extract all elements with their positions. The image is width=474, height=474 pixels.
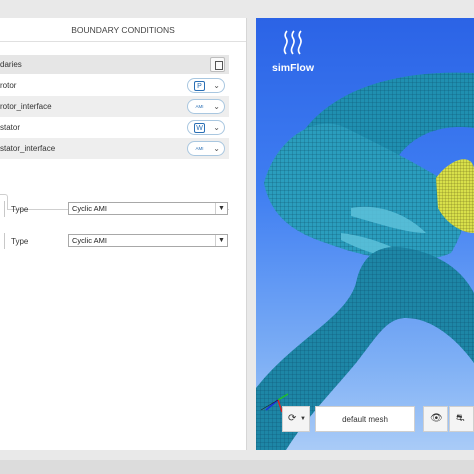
copy-icon[interactable] <box>210 57 225 72</box>
chevron-down-icon: ⌄ <box>213 81 220 90</box>
boundary-row-stator[interactable]: stator W ⌄ <box>0 117 229 138</box>
caret-down-icon: ▼ <box>300 416 306 422</box>
type-dropdown-value: Cyclic AMI <box>72 236 108 245</box>
boundaries-header-label: daries <box>0 60 22 69</box>
dropdown-arrow-icon: ▼ <box>215 203 227 214</box>
type-dropdown-value: Cyclic AMI <box>72 204 108 213</box>
chevron-down-icon: ⌄ <box>213 102 220 111</box>
boundary-type-select[interactable]: W ⌄ <box>187 120 225 135</box>
dropdown-arrow-icon: ▼ <box>215 235 227 246</box>
viewport-toolbar: ⟳ ▼ default mesh 👁 ⛐ <box>282 406 474 432</box>
type-label: Type <box>11 237 29 246</box>
simflow-logo: simFlow <box>268 30 318 80</box>
eye-icon: 👁 <box>430 413 443 424</box>
boundaries-header: daries <box>0 55 229 74</box>
paint-button[interactable]: ⛐ <box>449 406 474 432</box>
field-indent-bar <box>4 201 5 217</box>
boundary-name: rotor <box>0 81 17 90</box>
type-label: Type <box>11 205 29 214</box>
type-dropdown[interactable]: Cyclic AMI ▼ <box>68 202 228 215</box>
boundary-name: rotor_interface <box>0 102 52 111</box>
visibility-button[interactable]: 👁 <box>423 406 448 432</box>
patch-icon: P <box>194 81 205 91</box>
boundary-type-select[interactable]: AMI ⌄ <box>187 141 225 156</box>
type-dropdown[interactable]: Cyclic AMI ▼ <box>68 234 228 247</box>
mesh-render[interactable] <box>256 18 474 450</box>
app-window: BOUNDARY CONDITIONS daries rotor P ⌄ rot… <box>0 0 474 474</box>
mesh-selector-value: default mesh <box>342 415 388 424</box>
3d-viewport[interactable]: simFlow ⟳ ▼ default mesh 👁 ⛐ <box>256 18 474 450</box>
brand-name: simFlow <box>271 62 314 74</box>
boundary-name: stator_interface <box>0 144 56 153</box>
rotate-view-button[interactable]: ⟳ ▼ <box>282 406 310 432</box>
wall-icon: W <box>194 123 205 133</box>
field-indent-bar <box>4 233 5 249</box>
mesh-selector[interactable]: default mesh <box>315 406 415 432</box>
panel-title: BOUNDARY CONDITIONS <box>0 18 246 42</box>
ami-icon: AMI <box>195 104 204 109</box>
paint-bucket-icon: ⛐ <box>456 413 465 424</box>
chevron-down-icon: ⌄ <box>213 123 220 132</box>
chevron-down-icon: ⌄ <box>213 144 220 153</box>
type-field-1: Type Cyclic AMI ▼ <box>0 201 229 217</box>
boundary-type-select[interactable]: AMI ⌄ <box>187 99 225 114</box>
boundary-row-rotor[interactable]: rotor P ⌄ <box>0 75 229 96</box>
boundary-row-stator-interface[interactable]: stator_interface AMI ⌄ <box>0 138 229 159</box>
status-strip <box>0 460 474 474</box>
ami-icon: AMI <box>195 146 204 151</box>
boundary-row-rotor-interface[interactable]: rotor_interface AMI ⌄ <box>0 96 229 117</box>
flame-icon <box>283 30 302 55</box>
type-field-2: Type Cyclic AMI ▼ <box>0 233 229 249</box>
boundary-type-select[interactable]: P ⌄ <box>187 78 225 93</box>
boundary-name: stator <box>0 123 21 132</box>
boundary-conditions-panel: BOUNDARY CONDITIONS daries rotor P ⌄ rot… <box>0 18 247 450</box>
rotate-icon: ⟳ <box>288 413 297 424</box>
